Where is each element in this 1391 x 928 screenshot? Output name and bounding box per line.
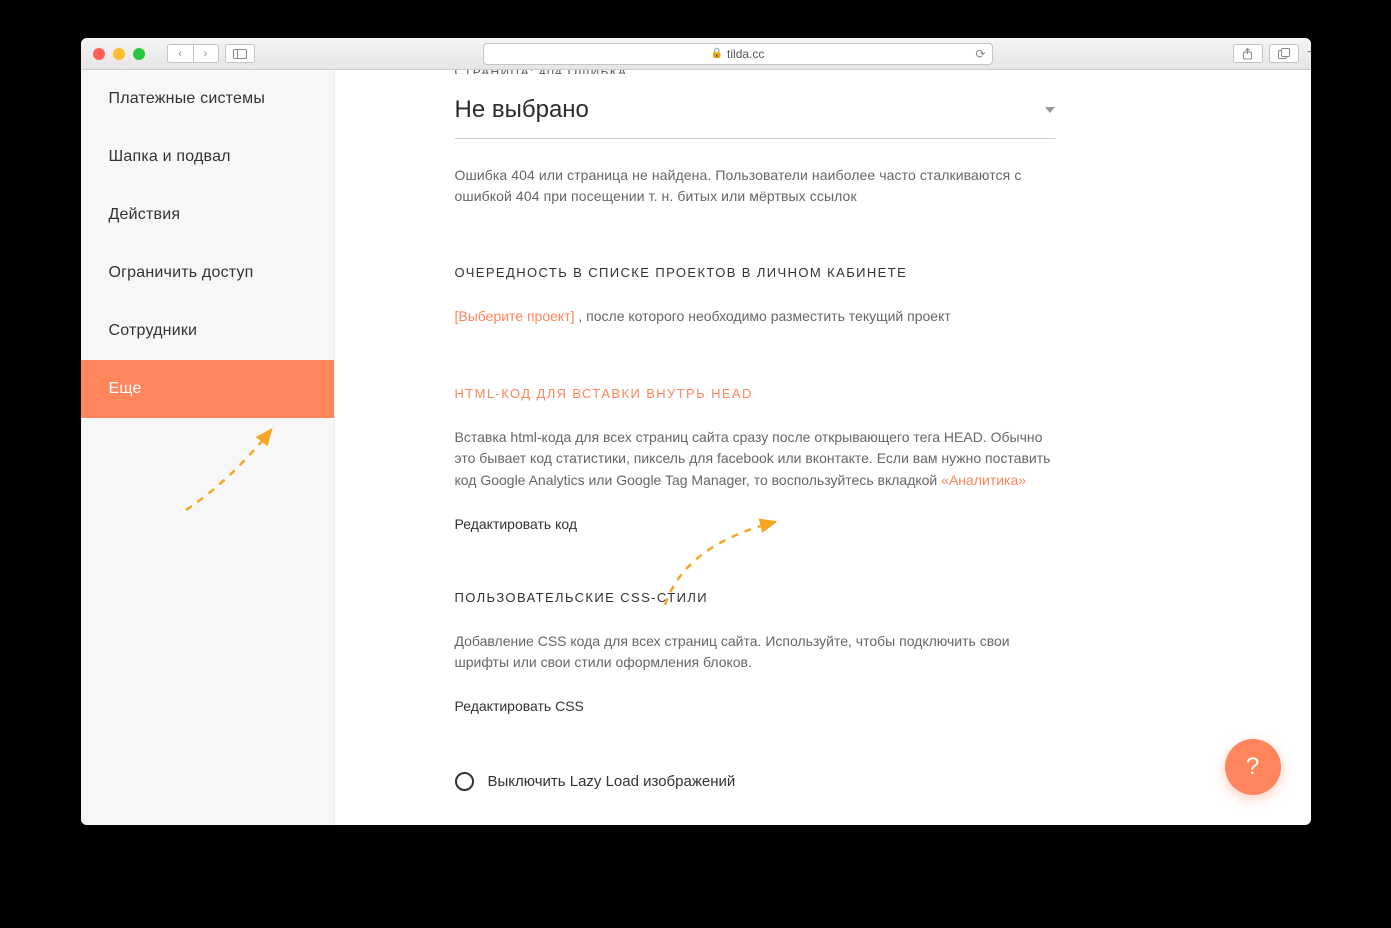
head-code-description: Вставка html-кода для всех страниц сайта…	[455, 427, 1055, 492]
browser-toolbar: ‹ › 🔒 tilda.cc ⟳ +	[81, 38, 1311, 70]
section-404-title: СТРАНИЦА: 404 ОШИБКА	[455, 70, 1273, 74]
window-controls	[93, 48, 145, 60]
lazy-load-checkbox[interactable]	[455, 772, 474, 791]
css-styles-description: Добавление CSS кода для всех страниц сай…	[455, 631, 1055, 674]
tabs-button[interactable]	[1269, 44, 1299, 63]
lock-icon: 🔒	[711, 48, 723, 59]
share-button[interactable]	[1233, 44, 1263, 63]
section-project-order: ОЧЕРЕДНОСТЬ В СПИСКЕ ПРОЕКТОВ В ЛИЧНОМ К…	[455, 265, 1273, 328]
select-404-value: Не выбрано	[455, 96, 589, 124]
forward-button[interactable]: ›	[193, 44, 219, 63]
select-project-link[interactable]: [Выберите проект]	[455, 308, 575, 324]
settings-sidebar: Платежные системы Шапка и подвал Действи…	[81, 70, 335, 825]
toolbar-right-group	[1233, 44, 1299, 63]
project-order-title: ОЧЕРЕДНОСТЬ В СПИСКЕ ПРОЕКТОВ В ЛИЧНОМ К…	[455, 265, 1273, 280]
maximize-window-button[interactable]	[133, 48, 145, 60]
select-404-page[interactable]: Не выбрано	[455, 96, 1055, 139]
analytics-link[interactable]: «Аналитика»	[941, 472, 1026, 488]
sidebar-item-actions[interactable]: Действия	[81, 186, 334, 244]
head-code-title: HTML-КОД ДЛЯ ВСТАВКИ ВНУТРЬ HEAD	[455, 386, 1273, 401]
close-window-button[interactable]	[93, 48, 105, 60]
url-host: tilda.cc	[727, 47, 764, 61]
nav-button-group: ‹ ›	[167, 44, 255, 63]
chevron-down-icon	[1045, 107, 1055, 113]
section-head-code: HTML-КОД ДЛЯ ВСТАВКИ ВНУТРЬ HEAD Вставка…	[455, 386, 1273, 532]
browser-window: ‹ › 🔒 tilda.cc ⟳ + Платежные системы Шап…	[81, 38, 1311, 825]
new-tab-button[interactable]: +	[1301, 42, 1311, 64]
section-lazy-load: Выключить Lazy Load изображений По умолч…	[455, 772, 1273, 825]
section-404-description: Ошибка 404 или страница не найдена. Поль…	[455, 165, 1045, 207]
sidebar-item-header-footer[interactable]: Шапка и подвал	[81, 128, 334, 186]
help-button[interactable]: ?	[1225, 739, 1281, 795]
section-css-styles: ПОЛЬЗОВАТЕЛЬСКИЕ CSS-СТИЛИ Добавление CS…	[455, 590, 1273, 714]
edit-code-link[interactable]: Редактировать код	[455, 516, 1273, 532]
back-button[interactable]: ‹	[167, 44, 193, 63]
sidebar-item-more[interactable]: Еще	[81, 360, 334, 418]
reload-icon[interactable]: ⟳	[975, 47, 985, 61]
sidebar-item-payments[interactable]: Платежные системы	[81, 70, 334, 128]
minimize-window-button[interactable]	[113, 48, 125, 60]
project-order-after: , после которого необходимо разместить т…	[575, 308, 951, 324]
page-content: Платежные системы Шапка и подвал Действи…	[81, 70, 1311, 825]
project-order-text: [Выберите проект] , после которого необх…	[455, 306, 1055, 328]
address-bar[interactable]: 🔒 tilda.cc ⟳	[483, 43, 993, 65]
lazy-load-toggle-row: Выключить Lazy Load изображений	[455, 772, 1273, 791]
sidebar-toggle-button[interactable]	[225, 44, 255, 63]
main-panel: СТРАНИЦА: 404 ОШИБКА Не выбрано Ошибка 4…	[335, 70, 1311, 825]
css-styles-title: ПОЛЬЗОВАТЕЛЬСКИЕ CSS-СТИЛИ	[455, 590, 1273, 605]
edit-css-link[interactable]: Редактировать CSS	[455, 698, 1273, 714]
sidebar-item-restrict-access[interactable]: Ограничить доступ	[81, 244, 334, 302]
lazy-load-label: Выключить Lazy Load изображений	[488, 773, 736, 790]
help-icon: ?	[1246, 753, 1259, 781]
sidebar-item-team[interactable]: Сотрудники	[81, 302, 334, 360]
